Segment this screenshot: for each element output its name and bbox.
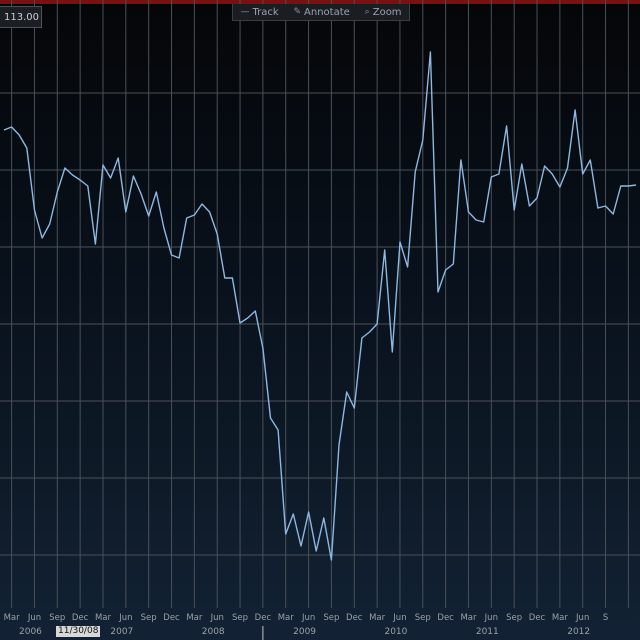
track-line-icon: — [240, 7, 250, 17]
month-tick-label: Sep [323, 613, 339, 623]
month-tick-label: Jun [575, 613, 589, 623]
month-tick-label: Dec [346, 613, 363, 623]
zoom-tool[interactable]: ⌕ Zoom [365, 7, 402, 18]
year-tick-label: 2012 [567, 627, 590, 637]
month-tick-label: Mar [460, 613, 477, 623]
month-tick-label: Sep [415, 613, 431, 623]
year-tick-label: 2006 [19, 627, 42, 637]
track-tool[interactable]: — Track [240, 7, 278, 18]
zoom-magnifier-icon: ⌕ [364, 7, 370, 17]
year-tick-label: 2010 [384, 627, 407, 637]
series-line [3, 51, 637, 561]
y-value-readout: 113.00 [0, 6, 42, 28]
month-tick-label: Dec [437, 613, 454, 623]
month-tick-label: Sep [232, 613, 248, 623]
month-tick-label: Mar [95, 613, 112, 623]
year-tick-label: 2007 [110, 627, 133, 637]
annotate-tool[interactable]: ✎ Annotate [293, 7, 349, 18]
year-tick-label: 2011 [476, 627, 499, 637]
month-tick-label: Dec [72, 613, 89, 623]
month-tick-label: Sep [141, 613, 157, 623]
month-tick-label: Mar [278, 613, 295, 623]
zoom-label: Zoom [372, 6, 402, 18]
month-tick-label: Jun [27, 613, 41, 623]
month-tick-label: Sep [506, 613, 522, 623]
year-tick-label: 2008 [202, 627, 225, 637]
chart-series [3, 51, 637, 561]
month-tick-label: Mar [4, 613, 21, 623]
month-tick-label: Mar [552, 613, 569, 623]
month-tick-label: Dec [163, 613, 180, 623]
track-label: Track [252, 6, 279, 18]
annotate-label: Annotate [304, 6, 350, 18]
month-tick-label: S [603, 613, 608, 623]
month-tick-label: Mar [369, 613, 386, 623]
month-tick-label: Jun [210, 613, 224, 623]
crosshair-date-label: 11/30/08 [56, 626, 101, 637]
month-tick-label: Mar [186, 613, 203, 623]
annotate-pen-icon: ✎ [293, 7, 302, 17]
month-tick-label: Jun [484, 613, 498, 623]
year-tick-label: 2009 [293, 627, 316, 637]
line-chart[interactable]: Mar Jun Sep Dec Mar Jun Sep Dec Mar Jun Sep Dec Mar J… [0, 0, 640, 640]
month-tick-label: Dec [255, 613, 272, 623]
chart-toolbar: — Track ✎ Annotate ⌕ Zoom [232, 4, 410, 21]
month-tick-label: Jun [118, 613, 132, 623]
month-tick-label: Jun [301, 613, 315, 623]
chart-grid [0, 0, 640, 608]
month-tick-label: Dec [529, 613, 546, 623]
month-tick-label: Jun [392, 613, 406, 623]
month-tick-label: Sep [49, 613, 65, 623]
